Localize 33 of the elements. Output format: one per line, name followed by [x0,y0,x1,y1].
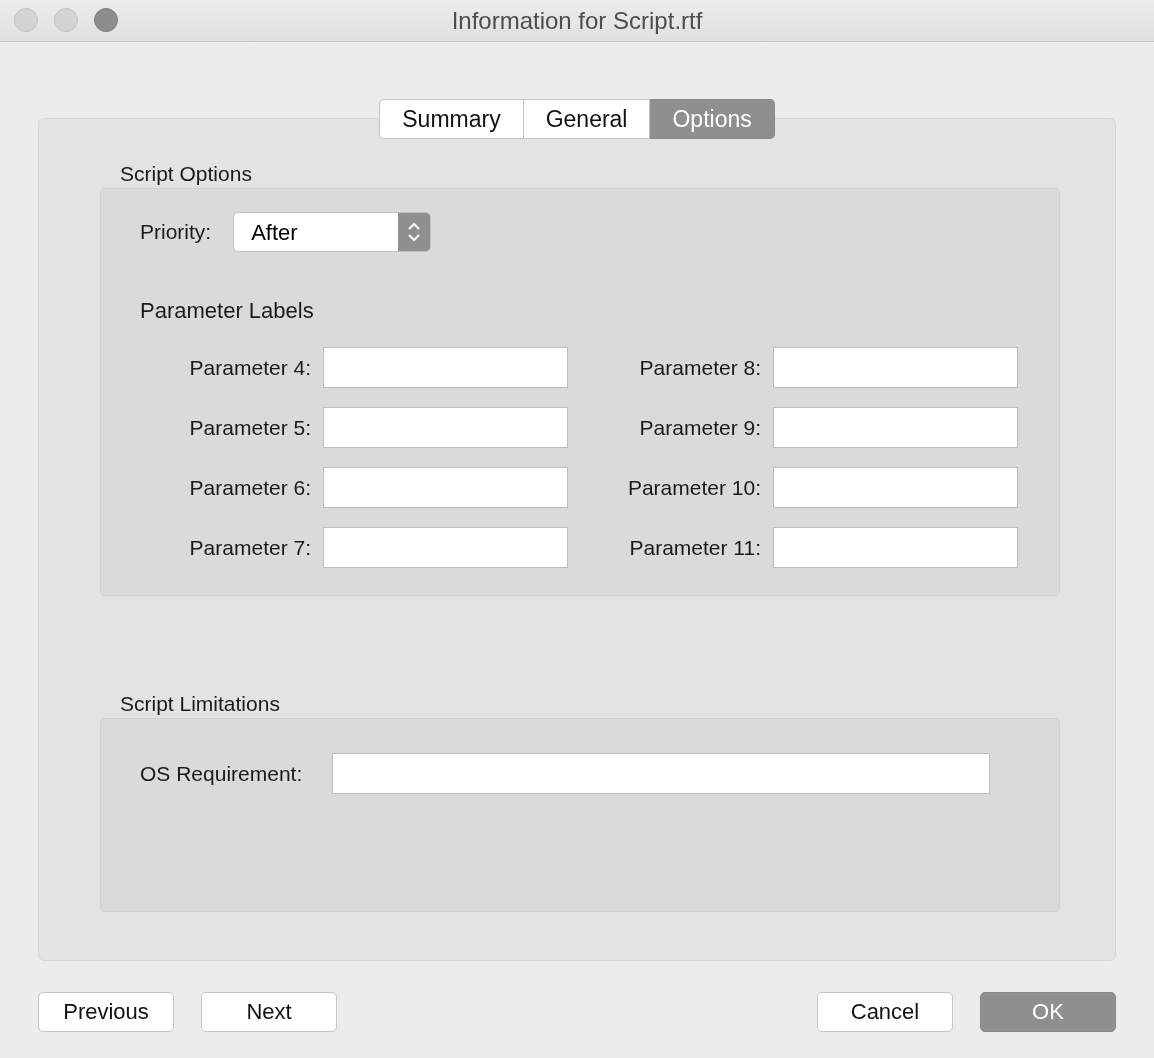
field-label: Parameter 5: [188,415,311,440]
push-button[interactable]: Next [201,992,337,1032]
input-field[interactable] [773,527,1018,568]
input-field[interactable] [323,407,568,448]
field-label: OS Requirement: [140,761,303,786]
field-label: Parameter 4: [188,355,311,380]
input-field[interactable] [773,347,1018,388]
input-field[interactable] [773,407,1018,448]
input-field[interactable] [323,527,568,568]
field-label: Parameter 7: [188,535,311,560]
tab[interactable]: Summary [379,99,524,139]
tab[interactable]: General [523,99,651,139]
field-label: Parameter 9: [638,415,761,440]
input-field[interactable] [332,753,991,794]
field-label: Parameter 10: [626,475,761,500]
minimize-window-icon[interactable] [54,8,78,32]
priority-popup-button[interactable]: After [233,212,432,252]
input-field[interactable] [323,347,568,388]
close-window-icon[interactable] [14,8,38,32]
field-label: Parameter 11: [628,535,761,560]
input-field[interactable] [323,467,568,508]
input-field[interactable] [773,467,1018,508]
push-button[interactable]: Cancel [817,992,953,1032]
field-label: Parameter 8: [638,355,761,380]
push-button[interactable]: Previous [38,992,174,1032]
zoom-window-icon[interactable] [94,8,118,32]
section-heading: Script Limitations [120,692,280,717]
window-title: Information for Script.rtf [451,6,703,35]
field-label: Priority: [140,220,212,244]
chevrons-icon [407,220,422,244]
subsection-heading: Parameter Labels [140,298,314,324]
field-label: Parameter 6: [188,475,311,500]
section-heading: Script Options [120,162,252,187]
